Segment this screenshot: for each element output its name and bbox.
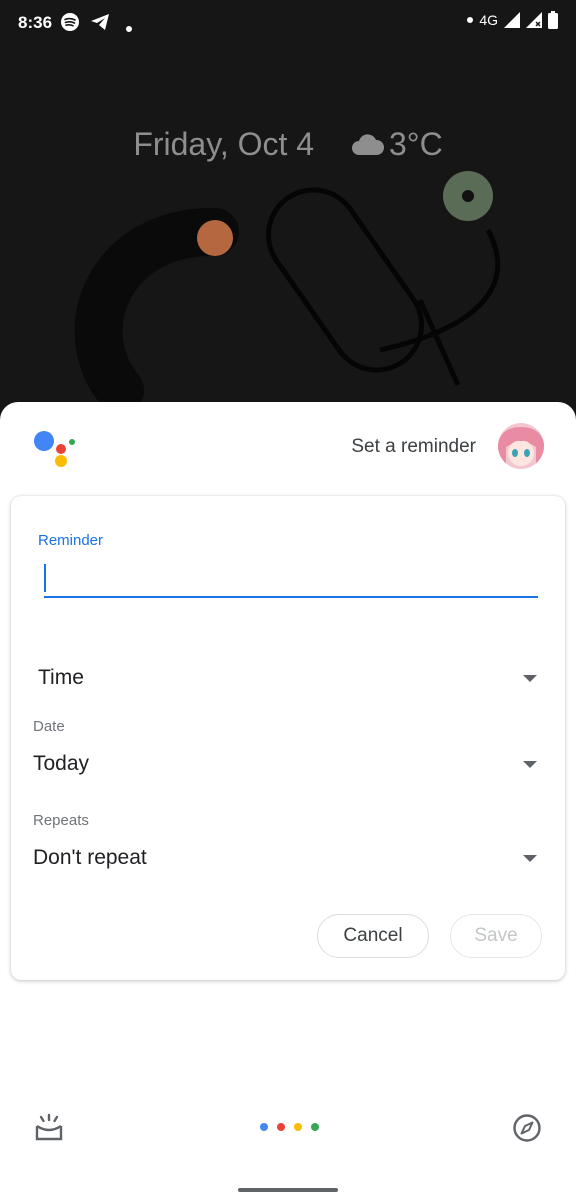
- snapshot-icon[interactable]: [34, 1112, 64, 1147]
- status-right: 4G: [467, 11, 558, 29]
- notification-dot-icon: [126, 19, 132, 37]
- date-text: Friday, Oct 4: [133, 126, 315, 162]
- time-dropdown[interactable]: Time: [38, 658, 537, 698]
- spotify-icon: [60, 12, 80, 37]
- date-dropdown[interactable]: Today: [33, 744, 537, 784]
- date-label: Date: [33, 718, 65, 735]
- telegram-icon: [90, 12, 110, 37]
- cancel-button[interactable]: Cancel: [317, 914, 429, 958]
- reminder-card: Reminder Time Date Today Repeats Don't r…: [11, 496, 565, 980]
- sheet-title: Set a reminder: [351, 436, 476, 457]
- repeats-label: Repeats: [33, 812, 89, 829]
- avatar[interactable]: [498, 423, 544, 469]
- temperature-text: 3°C: [388, 126, 443, 162]
- signal-icon: [504, 12, 520, 28]
- network-type: 4G: [479, 12, 498, 28]
- cloud-icon: [351, 128, 385, 165]
- time-value: Time: [38, 666, 84, 689]
- status-time: 8:36: [18, 13, 53, 32]
- signal-icon-2: [526, 12, 542, 28]
- dropdown-arrow-icon: [523, 855, 537, 862]
- repeats-value: Don't repeat: [33, 846, 147, 869]
- text-caret: [44, 564, 46, 592]
- dot-green: [311, 1123, 319, 1131]
- dot-icon: [467, 17, 474, 23]
- gesture-bar[interactable]: [238, 1188, 338, 1192]
- assistant-dots[interactable]: [260, 1123, 319, 1131]
- status-bar: 8:36 4G: [0, 0, 576, 48]
- explore-icon[interactable]: [512, 1113, 542, 1148]
- save-button[interactable]: Save: [450, 914, 542, 958]
- dot-yellow: [294, 1123, 302, 1131]
- date-value: Today: [33, 752, 90, 775]
- date-weather: Friday, Oct 4 3°C: [0, 126, 576, 165]
- dropdown-arrow-icon: [523, 675, 537, 682]
- reminder-label: Reminder: [38, 532, 104, 549]
- dot-red: [277, 1123, 285, 1131]
- wallpaper: Friday, Oct 4 3°C: [0, 0, 576, 420]
- dropdown-arrow-icon: [523, 761, 537, 768]
- dot-blue: [260, 1123, 268, 1131]
- reminder-input[interactable]: [44, 562, 538, 598]
- google-assistant-logo: [34, 431, 75, 467]
- repeats-dropdown[interactable]: Don't repeat: [33, 838, 537, 878]
- wallpaper-art: [74, 171, 501, 414]
- assistant-sheet: Set a reminder Reminder Time Date Today …: [0, 402, 576, 1200]
- battery-icon: [548, 11, 558, 29]
